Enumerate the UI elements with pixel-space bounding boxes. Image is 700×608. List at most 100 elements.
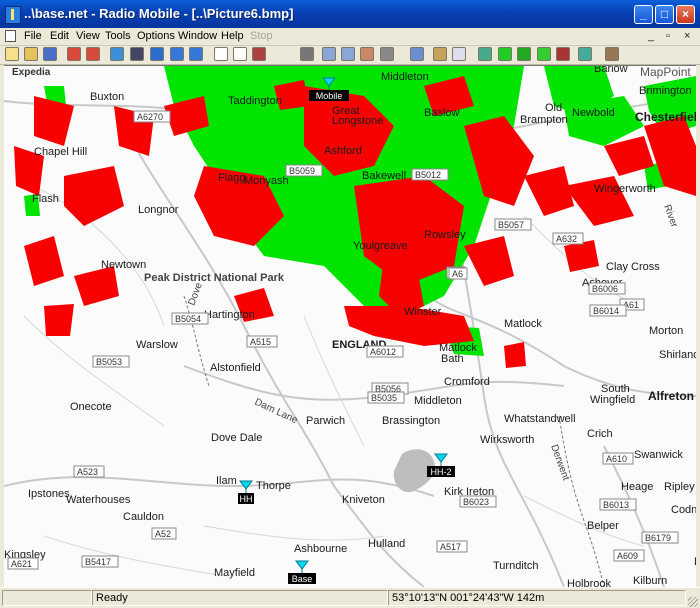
menu-file[interactable]: File bbox=[24, 30, 42, 42]
world-icon[interactable] bbox=[110, 47, 124, 61]
town-label: Holbrook bbox=[567, 578, 612, 587]
menu-window[interactable]: Window bbox=[178, 30, 217, 42]
menu-edit[interactable]: Edit bbox=[50, 30, 69, 42]
road-shield-label: A52 bbox=[155, 529, 171, 539]
town-label: Buxton bbox=[90, 91, 124, 103]
town-label: Baslow bbox=[424, 107, 460, 119]
town-label: Brimington bbox=[639, 85, 692, 97]
town-label: Monyash bbox=[244, 175, 289, 187]
site-label[interactable]: HH bbox=[240, 494, 253, 504]
town-label: Brassington bbox=[382, 415, 440, 427]
copy-icon[interactable] bbox=[322, 47, 336, 61]
grid-icon[interactable] bbox=[452, 47, 466, 61]
town-label: Longstone bbox=[332, 115, 383, 127]
status-text: Ready bbox=[92, 590, 388, 606]
menu-tools[interactable]: Tools bbox=[105, 30, 131, 42]
antenna-icon[interactable] bbox=[478, 47, 492, 61]
paste-icon[interactable] bbox=[341, 47, 355, 61]
document-icon[interactable] bbox=[5, 30, 16, 42]
town-label: Clay Cross bbox=[606, 261, 660, 273]
town-label: Alstonfield bbox=[210, 362, 261, 374]
site-label[interactable]: Mobile bbox=[316, 91, 343, 101]
back-icon[interactable] bbox=[170, 47, 184, 61]
print-icon[interactable] bbox=[300, 47, 314, 61]
map-properties-icon[interactable] bbox=[410, 47, 424, 61]
town-label: Thorpe bbox=[256, 480, 291, 492]
window-title: ..\base.net - Radio Mobile - [..\Picture… bbox=[24, 6, 294, 21]
site-label[interactable]: Base bbox=[292, 574, 313, 584]
town-label: Longnor bbox=[138, 204, 179, 216]
exit-icon[interactable] bbox=[605, 47, 619, 61]
maximize-button[interactable]: □ bbox=[655, 5, 674, 24]
road-shield-label: A609 bbox=[617, 551, 638, 561]
expedia-watermark: Expedia bbox=[12, 67, 51, 78]
town-label: Ashford bbox=[324, 145, 362, 157]
route-icon[interactable] bbox=[556, 47, 570, 61]
town-label: Bakewell bbox=[362, 170, 406, 182]
town-label: Onecote bbox=[70, 401, 112, 413]
town-label: Flagg bbox=[218, 172, 246, 184]
town-label: Mayfield bbox=[214, 567, 255, 579]
menu-stop[interactable]: Stop bbox=[250, 30, 273, 42]
minimize-button[interactable]: _ bbox=[634, 5, 653, 24]
town-label: Youlgreave bbox=[353, 240, 408, 252]
road-shield-label: B5012 bbox=[415, 170, 441, 180]
open-icon[interactable] bbox=[24, 47, 38, 61]
town-label: Chesterfield bbox=[635, 110, 696, 124]
status-pane-empty bbox=[2, 590, 92, 606]
save-icon[interactable] bbox=[43, 47, 57, 61]
town-label: Shirland bbox=[659, 349, 696, 361]
town-label: Rowsley bbox=[424, 229, 466, 241]
town-label: Dove Dale bbox=[211, 432, 262, 444]
town-label: Flash bbox=[32, 193, 59, 205]
title-bar[interactable]: ..\base.net - Radio Mobile - [..\Picture… bbox=[0, 0, 700, 28]
road-shield-label: B6006 bbox=[592, 284, 618, 294]
picture-icon[interactable] bbox=[252, 47, 266, 61]
site-label[interactable]: HH-2 bbox=[430, 467, 451, 477]
close-button[interactable]: × bbox=[676, 5, 695, 24]
resize-grip[interactable] bbox=[688, 597, 698, 607]
town-label: Alfreton bbox=[648, 389, 694, 403]
coverage-icon[interactable] bbox=[498, 47, 512, 61]
globe-icon[interactable] bbox=[150, 47, 164, 61]
mdi-close-button[interactable]: × bbox=[684, 30, 690, 42]
town-label: Whatstandwell bbox=[504, 413, 576, 425]
window-icon[interactable] bbox=[233, 47, 247, 61]
status-bar: Ready 53°10'13"N 001°24'43"W 142m bbox=[0, 587, 700, 608]
status-coordinates: 53°10'13"N 001°24'43"W 142m bbox=[388, 590, 686, 606]
map-view[interactable]: Buxton Middleton Barlow Brimington Chesterfi… bbox=[4, 65, 696, 587]
town-label: Bath bbox=[441, 353, 464, 365]
menu-help[interactable]: Help bbox=[221, 30, 244, 42]
town-label: Taddington bbox=[228, 95, 282, 107]
town-label: Kilburn bbox=[633, 575, 667, 587]
print-preview-icon[interactable] bbox=[130, 47, 144, 61]
town-label: Cauldon bbox=[123, 511, 164, 523]
mdi-minimize-button[interactable]: _ bbox=[648, 30, 654, 42]
menu-options[interactable]: Options bbox=[137, 30, 175, 42]
new-icon[interactable] bbox=[5, 47, 19, 61]
road-shield-label: B6179 bbox=[645, 533, 671, 543]
road-shield-label: B5053 bbox=[96, 357, 122, 367]
radio-icon[interactable] bbox=[537, 47, 551, 61]
person-icon[interactable] bbox=[433, 47, 447, 61]
links-icon[interactable] bbox=[86, 47, 100, 61]
town-label: Ashbourne bbox=[294, 543, 347, 555]
map-canvas[interactable]: Buxton Middleton Barlow Brimington Chesterfi… bbox=[4, 66, 696, 587]
copy-window-icon[interactable] bbox=[214, 47, 228, 61]
gear-icon[interactable] bbox=[380, 47, 394, 61]
merge-icon[interactable] bbox=[360, 47, 374, 61]
mappoint-watermark: MapPoint bbox=[640, 66, 691, 79]
polar-coverage-icon[interactable] bbox=[517, 47, 531, 61]
forward-icon[interactable] bbox=[189, 47, 203, 61]
elevation-icon[interactable] bbox=[578, 47, 592, 61]
town-label: Warslow bbox=[136, 339, 178, 351]
radio-mobile-app-icon[interactable] bbox=[5, 6, 21, 24]
town-label: Heage bbox=[621, 481, 653, 493]
menu-view[interactable]: View bbox=[76, 30, 100, 42]
road-shield-label: A517 bbox=[440, 542, 461, 552]
town-label: Codnor bbox=[671, 504, 696, 516]
mdi-restore-button[interactable]: ▫ bbox=[666, 30, 670, 42]
road-shield-label: A632 bbox=[556, 234, 577, 244]
network-properties-icon[interactable] bbox=[67, 47, 81, 61]
town-label: Brampton bbox=[520, 114, 568, 126]
